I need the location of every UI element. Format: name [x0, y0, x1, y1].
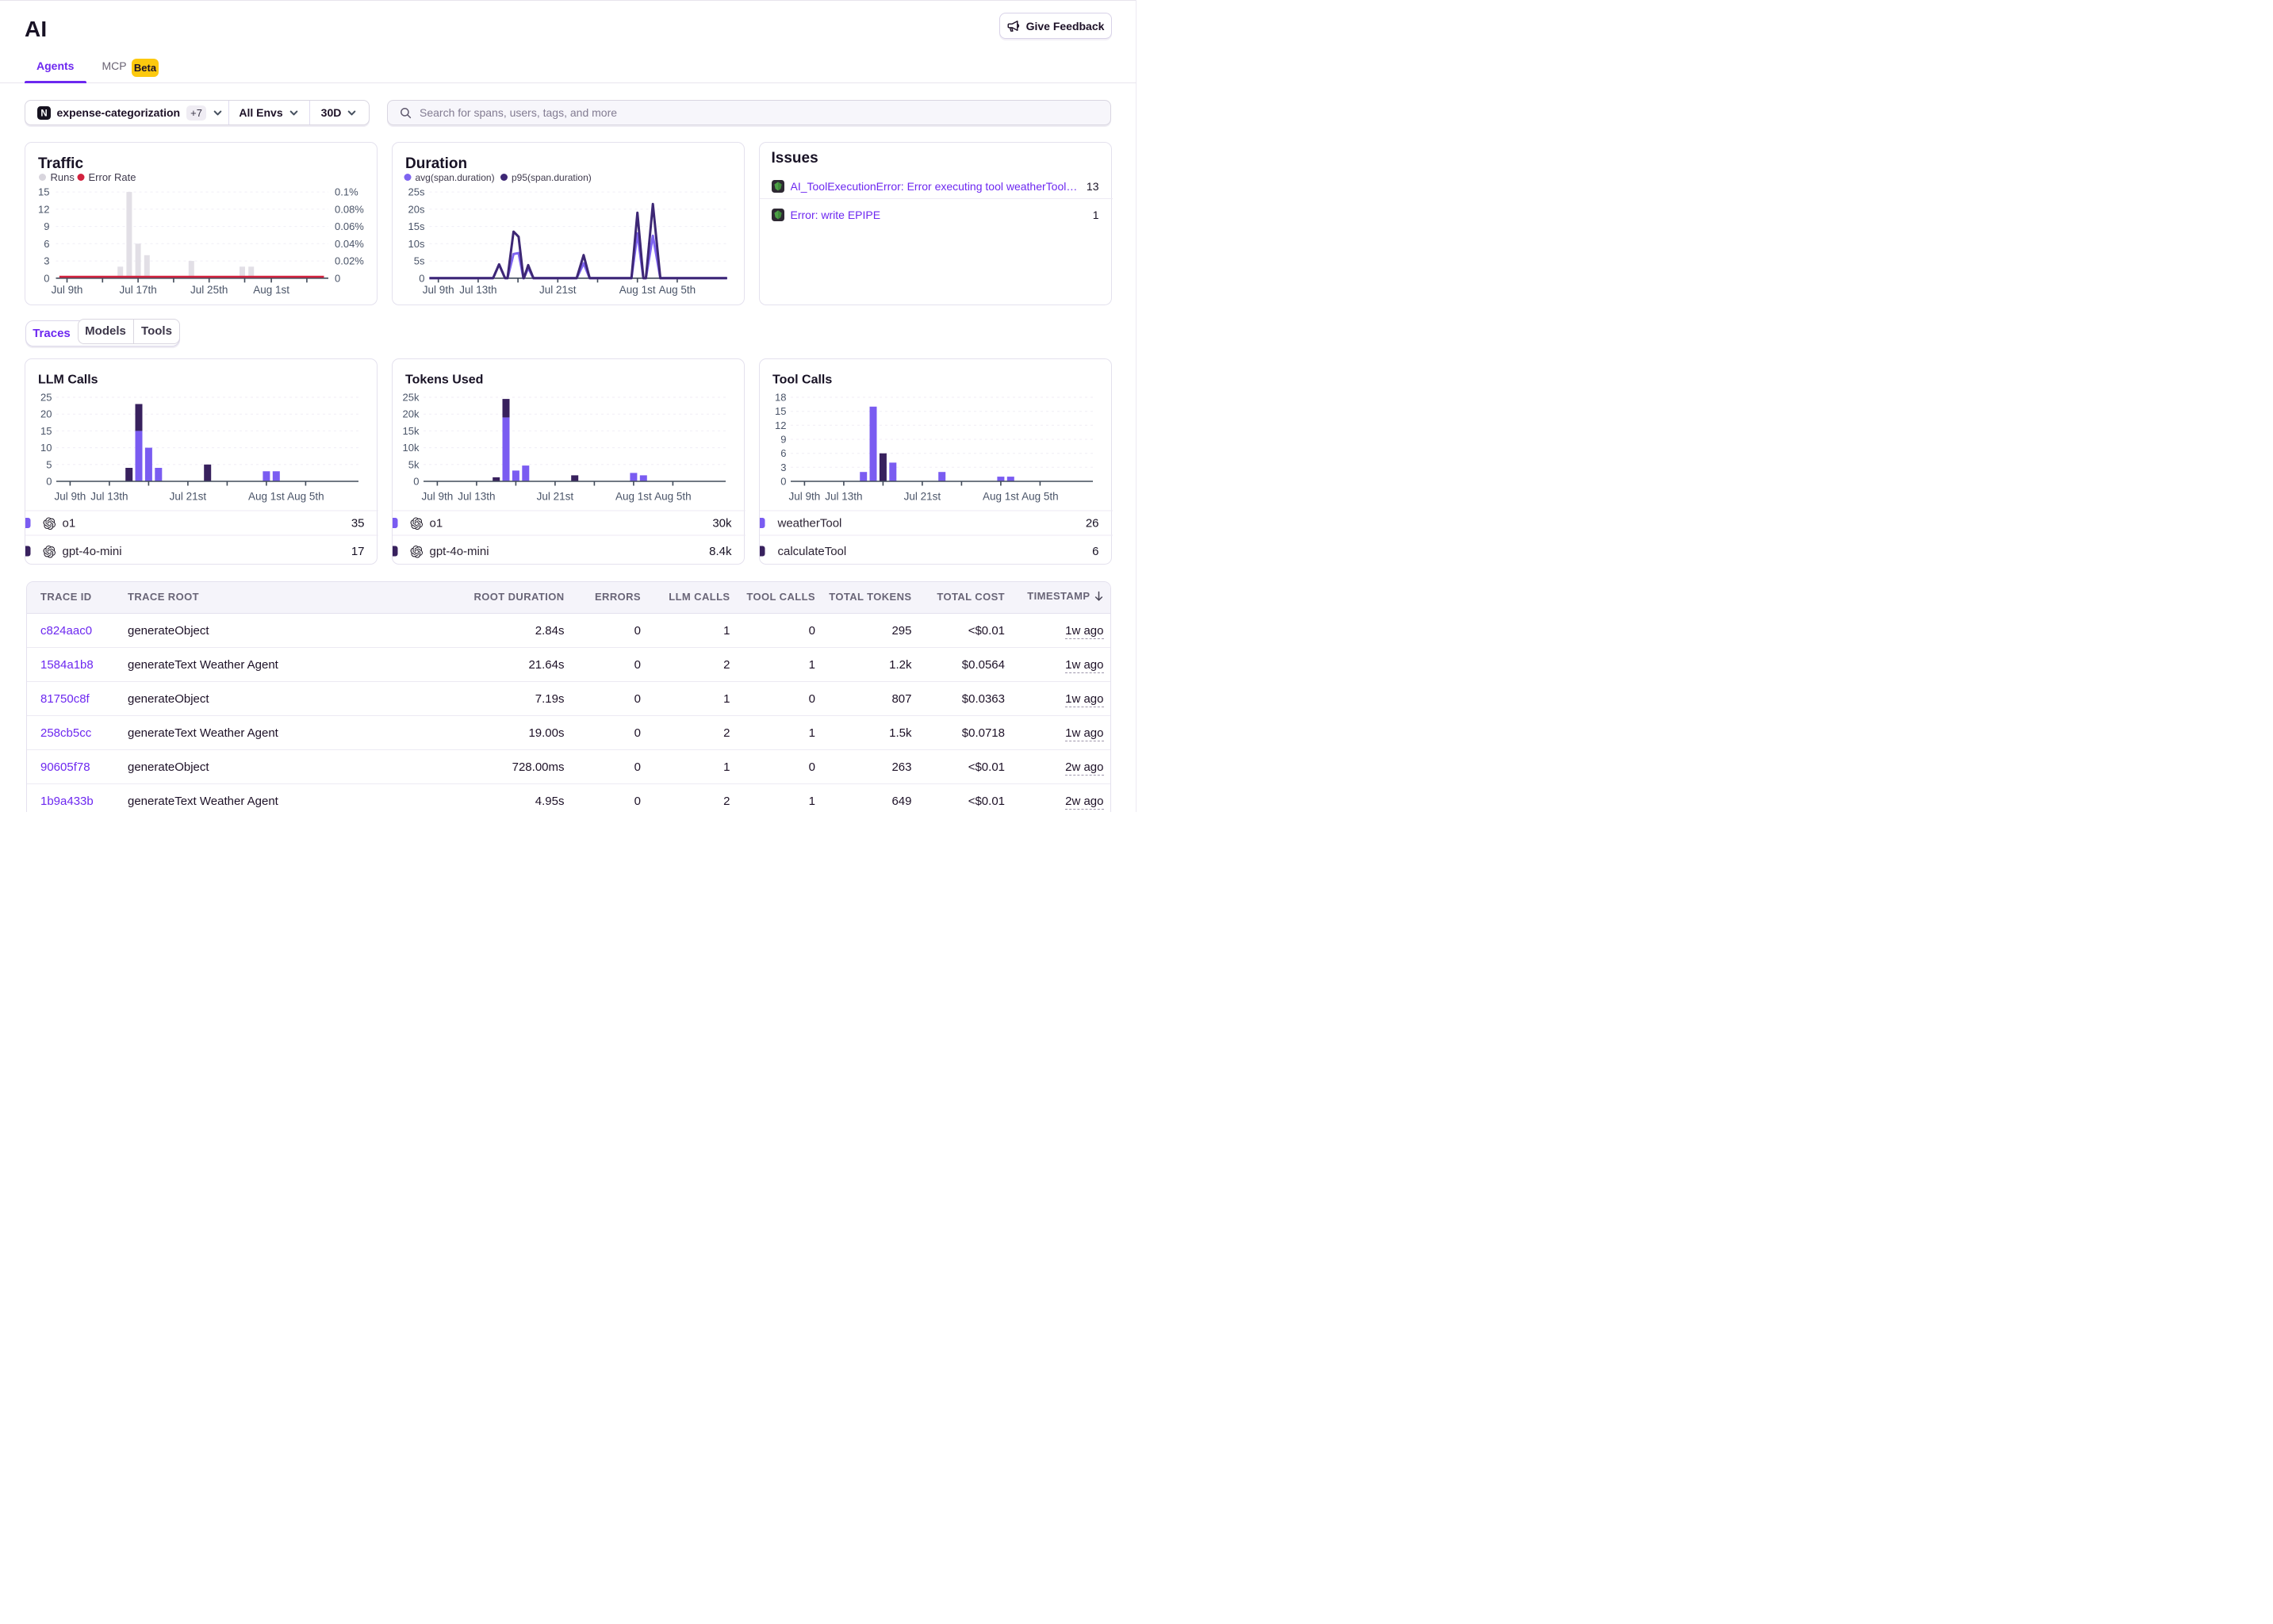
svg-text:9: 9 [44, 220, 49, 232]
svg-text:Aug 5th: Aug 5th [1022, 491, 1059, 503]
svg-text:6: 6 [780, 447, 786, 459]
svg-text:0.02%: 0.02% [335, 255, 364, 266]
svg-text:10: 10 [40, 442, 52, 454]
svg-text:25s: 25s [408, 186, 424, 197]
svg-text:25: 25 [40, 392, 52, 404]
svg-text:Jul 21st: Jul 21st [536, 491, 573, 503]
svg-text:20k: 20k [402, 408, 419, 420]
svg-text:0.08%: 0.08% [335, 203, 364, 215]
svg-text:Jul 9th: Jul 9th [54, 491, 86, 503]
svg-text:12: 12 [38, 203, 49, 215]
svg-text:Jul 13th: Jul 13th [458, 491, 495, 503]
svg-text:3: 3 [780, 462, 786, 473]
svg-text:0: 0 [419, 272, 424, 284]
svg-text:Jul 21st: Jul 21st [539, 284, 577, 296]
svg-text:0.1%: 0.1% [335, 186, 358, 197]
svg-text:25k: 25k [402, 392, 419, 404]
svg-text:18: 18 [775, 392, 786, 404]
svg-text:0: 0 [780, 476, 786, 488]
svg-text:5k: 5k [408, 458, 419, 470]
svg-text:6: 6 [1092, 545, 1098, 558]
svg-text:Aug 1st: Aug 1st [983, 491, 1019, 503]
svg-text:17: 17 [351, 545, 364, 558]
svg-text:26: 26 [1085, 517, 1098, 530]
svg-text:15: 15 [775, 405, 786, 417]
svg-text:30k: 30k [712, 517, 732, 530]
svg-text:0: 0 [413, 476, 419, 488]
svg-text:Jul 13th: Jul 13th [825, 491, 862, 503]
svg-text:p95(span.duration): p95(span.duration) [512, 172, 592, 183]
svg-text:12: 12 [775, 419, 786, 431]
svg-text:Jul 13th: Jul 13th [459, 284, 496, 296]
svg-text:o1: o1 [62, 517, 75, 530]
svg-text:gpt-4o-mini: gpt-4o-mini [429, 545, 489, 558]
svg-text:Jul 9th: Jul 9th [51, 284, 82, 296]
svg-text:15: 15 [38, 186, 49, 197]
svg-text:Jul 9th: Jul 9th [788, 491, 820, 503]
svg-text:calculateTool: calculateTool [777, 545, 846, 558]
svg-text:Jul 13th: Jul 13th [90, 491, 128, 503]
svg-text:LLM Calls: LLM Calls [38, 373, 98, 387]
svg-text:Tool Calls: Tool Calls [772, 373, 832, 387]
svg-text:Runs: Runs [50, 171, 75, 183]
svg-text:20: 20 [40, 408, 52, 420]
svg-text:9: 9 [780, 434, 786, 446]
svg-text:8.4k: 8.4k [709, 545, 732, 558]
svg-text:Jul 17th: Jul 17th [119, 284, 156, 296]
svg-text:3: 3 [44, 255, 49, 266]
svg-text:Jul 21st: Jul 21st [169, 491, 206, 503]
svg-text:Aug 1st: Aug 1st [248, 491, 285, 503]
svg-text:0.06%: 0.06% [335, 220, 364, 232]
svg-text:weatherTool: weatherTool [776, 517, 841, 530]
svg-text:0: 0 [46, 476, 52, 488]
svg-text:o1: o1 [429, 517, 443, 530]
svg-text:N: N [40, 109, 47, 118]
svg-text:10s: 10s [408, 237, 424, 249]
svg-text:15: 15 [40, 425, 52, 437]
svg-text:35: 35 [351, 517, 364, 530]
svg-text:Traffic: Traffic [38, 155, 83, 172]
svg-text:Jul 9th: Jul 9th [421, 491, 453, 503]
svg-text:15k: 15k [402, 425, 419, 437]
svg-text:Aug 1st: Aug 1st [619, 284, 655, 296]
svg-text:Jul 21st: Jul 21st [903, 491, 941, 503]
svg-text:10k: 10k [402, 442, 419, 454]
svg-text:Aug 5th: Aug 5th [658, 284, 696, 296]
svg-text:avg(span.duration): avg(span.duration) [415, 172, 494, 183]
svg-text:Aug 1st: Aug 1st [253, 284, 289, 296]
svg-text:Jul 9th: Jul 9th [422, 284, 454, 296]
svg-text:15s: 15s [408, 220, 424, 232]
svg-text:5: 5 [46, 458, 52, 470]
svg-text:0: 0 [44, 272, 49, 284]
svg-text:Aug 1st: Aug 1st [615, 491, 652, 503]
svg-text:Aug 5th: Aug 5th [654, 491, 692, 503]
svg-text:20s: 20s [408, 203, 424, 215]
svg-text:Aug 5th: Aug 5th [287, 491, 324, 503]
svg-text:Tokens Used: Tokens Used [405, 373, 483, 387]
svg-text:5s: 5s [413, 255, 424, 266]
svg-text:0: 0 [335, 272, 340, 284]
svg-text:Jul 25th: Jul 25th [190, 284, 228, 296]
svg-text:Error Rate: Error Rate [88, 171, 136, 183]
svg-text:gpt-4o-mini: gpt-4o-mini [62, 545, 121, 558]
svg-text:Duration: Duration [405, 155, 467, 172]
svg-text:6: 6 [44, 237, 49, 249]
svg-text:0.04%: 0.04% [335, 237, 364, 249]
